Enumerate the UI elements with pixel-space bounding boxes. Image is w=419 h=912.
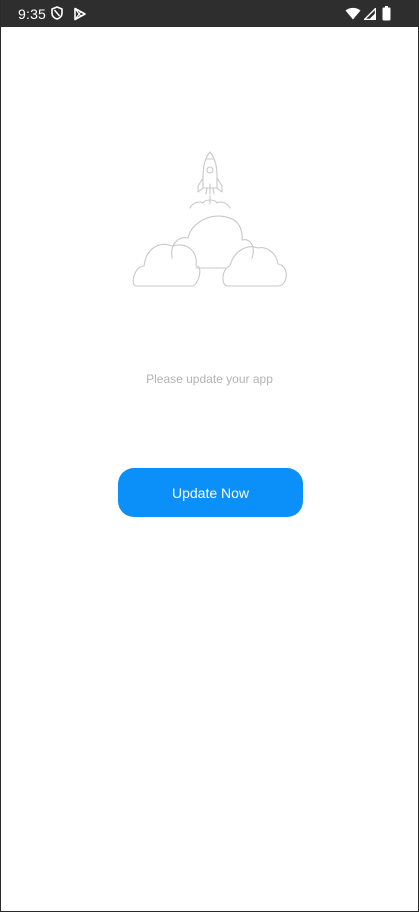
cloud-icon xyxy=(132,215,287,287)
status-bar: 9:35 xyxy=(0,0,419,27)
update-now-button[interactable]: Update Now xyxy=(118,468,303,517)
wifi-icon xyxy=(345,7,361,20)
update-message: Please update your app xyxy=(146,372,273,386)
battery-icon xyxy=(382,6,391,21)
play-store-icon xyxy=(74,7,86,21)
rocket-icon xyxy=(189,151,231,209)
signal-icon xyxy=(364,8,376,20)
window-frame xyxy=(0,0,419,912)
status-time: 9:35 xyxy=(18,6,47,22)
rocket-cloud-illustration xyxy=(132,151,287,287)
shield-icon xyxy=(51,6,63,20)
